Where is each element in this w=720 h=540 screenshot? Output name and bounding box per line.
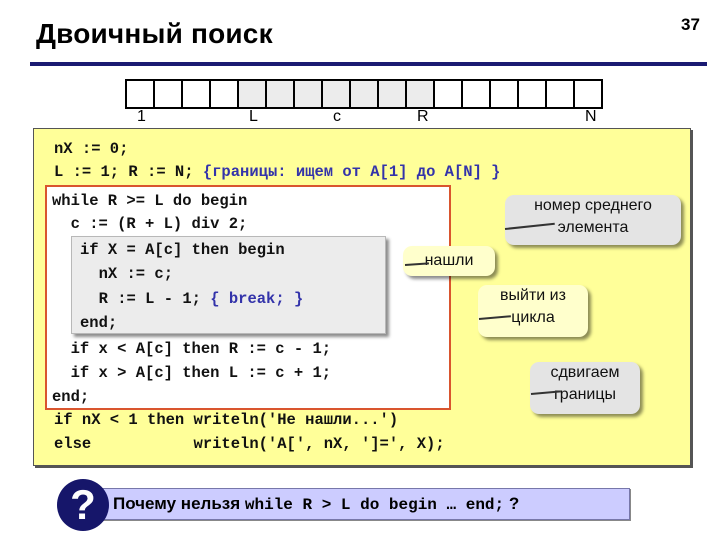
array-cell (155, 81, 183, 107)
array-cell (435, 81, 463, 107)
array-index-label: R (417, 108, 429, 125)
code-line-init-bounds: L := 1; R := N; {границы: ищем от A[1] д… (54, 163, 500, 181)
array-index-label: 1 (137, 108, 146, 125)
array-cell (183, 81, 211, 107)
callout-shift-bounds: сдвигаем границы (530, 362, 640, 414)
code-line-assign-nx: nX := c; (80, 265, 174, 283)
code-line-if-less: if x < A[c] then R := c - 1; (52, 340, 332, 358)
array-index-label: L (249, 108, 258, 125)
question-text: Почему нельзя while R > L do begin … end… (113, 494, 519, 514)
array-cell (407, 81, 435, 107)
array-cell (547, 81, 575, 107)
code-line-loop-end: end; (52, 388, 90, 406)
code-line-middle: c := (R + L) div 2; (52, 215, 248, 233)
array-cell (211, 81, 239, 107)
slide-title: Двоичный поиск (36, 18, 273, 49)
callout-found: нашли (403, 246, 495, 276)
array-cell (519, 81, 547, 107)
array-cell (127, 81, 155, 107)
array-cell (463, 81, 491, 107)
array-cell (351, 81, 379, 107)
question-mark-icon: ? (57, 479, 109, 531)
code-comment: { break; } (210, 290, 304, 308)
question-prefix: Почему нельзя (113, 494, 245, 513)
title-divider (30, 62, 707, 66)
code-line-if-greater: if x > A[c] then L := c + 1; (52, 364, 332, 382)
code-line-exit: R := L - 1; { break; } (80, 290, 304, 308)
array-cell (491, 81, 519, 107)
array-cell (239, 81, 267, 107)
code-line-not-found: if nX < 1 then writeln('Не нашли...') (54, 411, 399, 429)
question-code: while R > L do begin … end; (244, 496, 505, 514)
array-diagram (125, 79, 603, 109)
array-index-label: N (585, 108, 597, 125)
array-cell (323, 81, 351, 107)
code-comment: {границы: ищем от A[1] до A[N] } (202, 163, 501, 181)
code-line-if-end: end; (80, 314, 118, 332)
code-line-output: else writeln('A[', nX, ']=', X); (54, 435, 445, 453)
code-text: R := L - 1; (80, 290, 211, 308)
code-text: L := 1; R := N; (54, 163, 203, 181)
array-index-label: c (333, 108, 341, 125)
page-number: 37 (681, 15, 700, 34)
code-line-if-found: if X = A[c] then begin (80, 241, 285, 259)
array-cell (575, 81, 601, 107)
question-suffix: ? (504, 494, 520, 513)
code-line-while: while R >= L do begin (52, 192, 248, 210)
array-cell (379, 81, 407, 107)
callout-exit-loop: выйти из цикла (478, 285, 588, 337)
question-bar: Почему нельзя while R > L do begin … end… (100, 488, 630, 520)
array-cell (295, 81, 323, 107)
callout-middle-element: номер среднего элемента (505, 195, 681, 245)
array-cell (267, 81, 295, 107)
code-line-init-nx: nX := 0; (54, 140, 129, 158)
